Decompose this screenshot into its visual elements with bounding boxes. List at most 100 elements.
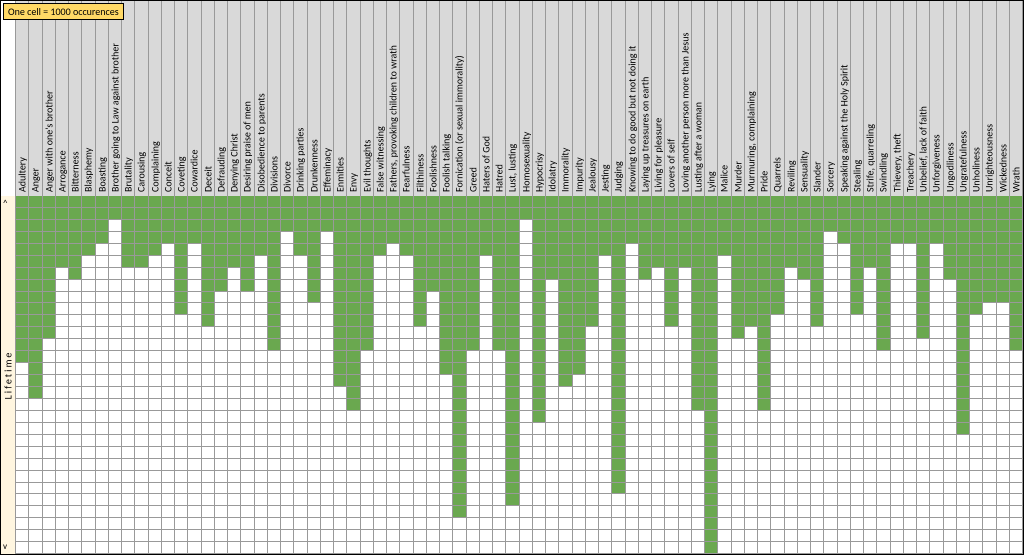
grid-cell [400, 351, 412, 363]
grid-cell [652, 518, 664, 530]
grid-cell [493, 351, 505, 363]
grid-cell [453, 542, 465, 554]
column-header: Lust, lusting [506, 1, 519, 196]
grid-cell [785, 423, 797, 435]
header-row: AdulteryAngerAnger with one's brotherArr… [1, 1, 1023, 196]
column-header-label: Swindling [877, 153, 890, 192]
grid-cell [56, 351, 68, 363]
grid-cell [56, 542, 68, 554]
grid-cell [692, 220, 704, 232]
column-header: Lying [705, 1, 718, 196]
grid-cell [904, 542, 916, 554]
column-header: Impurity [573, 1, 586, 196]
grid-cell [82, 518, 94, 530]
grid-cell [586, 375, 598, 387]
grid-cell [122, 268, 134, 280]
grid-cell [586, 483, 598, 495]
grid-cell [361, 518, 373, 530]
grid-column [626, 196, 639, 554]
grid-cell [414, 339, 426, 351]
grid-cell [188, 196, 200, 208]
grid-cell [573, 411, 585, 423]
grid-cell [559, 268, 571, 280]
grid-cell [718, 363, 730, 375]
grid-cell [374, 423, 386, 435]
grid-cell [877, 530, 889, 542]
grid-cell [69, 411, 81, 423]
grid-cell [109, 339, 121, 351]
grid-cell [930, 435, 942, 447]
grid-cell [679, 506, 691, 518]
grid-cell [997, 506, 1009, 518]
grid-cell [175, 518, 187, 530]
grid-cell [639, 435, 651, 447]
grid-cell [599, 506, 611, 518]
column-header-label: Living for pleasure [652, 118, 665, 192]
grid-cell [652, 256, 664, 268]
grid-cell [944, 459, 956, 471]
grid-cell [626, 375, 638, 387]
grid-column [334, 196, 347, 554]
grid-cell [427, 363, 439, 375]
grid-cell [374, 351, 386, 363]
grid-cell [334, 375, 346, 387]
grid-cell [29, 339, 41, 351]
grid-cell [904, 220, 916, 232]
grid-cell [877, 303, 889, 315]
grid-cell [480, 339, 492, 351]
grid-cell [771, 339, 783, 351]
grid-cell [427, 399, 439, 411]
grid-cell [811, 483, 823, 495]
grid-cell [546, 387, 558, 399]
grid-column [983, 196, 996, 554]
column-header-label: Fearfulness [400, 146, 413, 192]
grid-cell [453, 315, 465, 327]
grid-cell [970, 518, 982, 530]
grid-cell [202, 363, 214, 375]
grid-cell [427, 387, 439, 399]
grid-cell [467, 303, 479, 315]
grid-cell [400, 494, 412, 506]
grid-cell [930, 542, 942, 554]
column-header: False witnessing [374, 1, 387, 196]
grid-cell [626, 506, 638, 518]
grid-cell [202, 411, 214, 423]
grid-cell [1010, 232, 1022, 244]
grid-cell [997, 280, 1009, 292]
grid-cell [838, 471, 850, 483]
grid-cell [798, 280, 810, 292]
grid-cell [824, 256, 836, 268]
grid-cell [559, 447, 571, 459]
grid-cell [241, 220, 253, 232]
grid-cell [838, 435, 850, 447]
grid-cell [308, 435, 320, 447]
grid-cell [745, 530, 757, 542]
grid-cell [493, 220, 505, 232]
column-header-label: Jealousy [585, 158, 598, 192]
grid-cell [493, 208, 505, 220]
grid-cell [944, 494, 956, 506]
grid-cell [135, 339, 147, 351]
grid-cell [493, 256, 505, 268]
grid-cell [811, 471, 823, 483]
grid-cell [851, 435, 863, 447]
grid-cell [82, 375, 94, 387]
chart-container: One cell = 1000 occurences AdulteryAnger… [0, 0, 1024, 555]
grid-cell [347, 303, 359, 315]
grid-cell [188, 327, 200, 339]
column-header-label: Haters of God [479, 136, 492, 192]
grid-cell [838, 315, 850, 327]
column-header-label: Blasphemy [82, 148, 95, 192]
grid-cell [361, 363, 373, 375]
grid-cell [692, 351, 704, 363]
grid-cell [745, 208, 757, 220]
grid-cell [997, 447, 1009, 459]
grid-column [122, 196, 135, 554]
grid-cell [122, 471, 134, 483]
grid-cell [43, 339, 55, 351]
grid-cell [546, 518, 558, 530]
grid-cell [56, 483, 68, 495]
grid-cell [851, 387, 863, 399]
grid-cell [321, 196, 333, 208]
grid-cell [732, 220, 744, 232]
